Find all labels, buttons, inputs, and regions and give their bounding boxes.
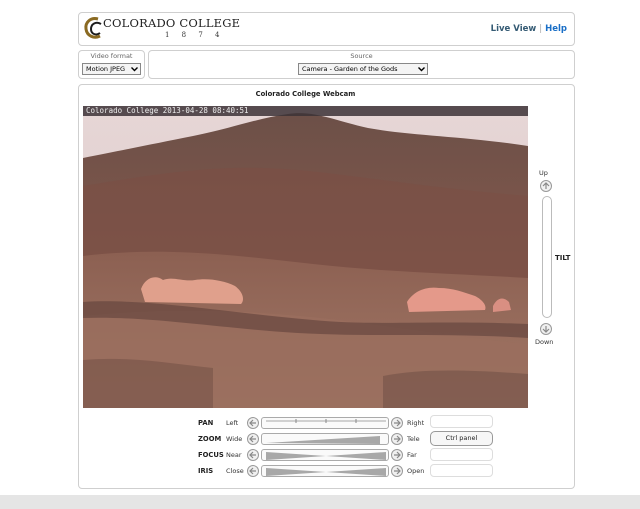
brand-year: 1 8 7 4 (165, 31, 225, 39)
pan-right-label: Right (407, 419, 425, 427)
iris-close-label: Close (226, 467, 244, 475)
iris-slider[interactable] (261, 465, 389, 477)
webcam-image[interactable]: Colorado College 2013-04-28 08:40:51 (83, 106, 528, 408)
camera-title: Colorado College Webcam (255, 90, 356, 98)
video-format-label: Video format (90, 52, 133, 60)
focus-label: FOCUS (198, 451, 224, 459)
iris-close-button[interactable] (247, 465, 259, 477)
pan-slider[interactable] (261, 417, 389, 429)
arrow-right-icon (394, 451, 401, 459)
chevron-down-icon (418, 67, 425, 72)
tilt-label: TILT (555, 254, 571, 262)
source-select[interactable]: Camera - Garden of the Gods (298, 63, 428, 75)
camera-panel: Colorado College Webcam Colorado College… (78, 84, 575, 489)
arrow-down-icon (542, 326, 550, 333)
iris-value-box (430, 464, 493, 477)
arrow-right-icon (394, 467, 401, 475)
tilt-up-label: Up (539, 169, 548, 177)
arrow-right-icon (394, 419, 401, 427)
pan-value-box (430, 415, 493, 428)
live-view-link[interactable]: Live View (491, 24, 537, 34)
help-link[interactable]: Help (545, 24, 567, 34)
zoom-wide-label: Wide (226, 435, 243, 443)
zoom-slider[interactable] (261, 433, 389, 445)
focus-near-button[interactable] (247, 449, 259, 461)
pan-left-label: Left (226, 419, 239, 427)
focus-value-box (430, 448, 493, 461)
focus-far-label: Far (407, 451, 417, 459)
camera-timestamp-overlay: Colorado College 2013-04-28 08:40:51 (83, 106, 528, 116)
source-label: Source (350, 52, 373, 60)
arrow-left-icon (249, 419, 256, 427)
tilt-down-button[interactable] (540, 323, 552, 335)
focus-slider[interactable] (261, 449, 389, 461)
focus-far-button[interactable] (391, 449, 403, 461)
nav-separator: | (539, 24, 543, 34)
tilt-slider[interactable] (542, 196, 552, 318)
source-panel: Source Camera - Garden of the Gods (148, 50, 575, 79)
ctrl-panel-button[interactable]: Ctrl panel (430, 431, 493, 446)
zoom-tele-label: Tele (407, 435, 420, 443)
zoom-wide-button[interactable] (247, 433, 259, 445)
arrow-left-icon (249, 451, 256, 459)
arrow-right-icon (394, 435, 401, 443)
zoom-tele-button[interactable] (391, 433, 403, 445)
pan-label: PAN (198, 419, 214, 427)
nav-links: Live View | Help (491, 24, 567, 34)
chevron-down-icon (131, 67, 138, 72)
landscape-scene (83, 106, 528, 408)
iris-open-button[interactable] (391, 465, 403, 477)
college-logo-icon (84, 17, 102, 39)
pan-right-button[interactable] (391, 417, 403, 429)
brand-name: COLORADO COLLEGE (103, 16, 241, 30)
tilt-down-label: Down (535, 338, 554, 346)
source-value: Camera - Garden of the Gods (302, 65, 398, 73)
zoom-label: ZOOM (198, 435, 222, 443)
iris-open-label: Open (407, 467, 425, 475)
header-bar: COLORADO COLLEGE 1 8 7 4 Live View | Help (78, 12, 575, 46)
focus-near-label: Near (226, 451, 242, 459)
tilt-up-button[interactable] (540, 180, 552, 192)
arrow-left-icon (249, 435, 256, 443)
video-format-select[interactable]: Motion JPEG (82, 63, 141, 75)
page-footer-bar (0, 495, 640, 509)
video-format-panel: Video format Motion JPEG (78, 50, 145, 79)
pan-left-button[interactable] (247, 417, 259, 429)
video-format-value: Motion JPEG (86, 65, 126, 73)
arrow-up-icon (542, 182, 550, 189)
iris-label: IRIS (198, 467, 214, 475)
arrow-left-icon (249, 467, 256, 475)
